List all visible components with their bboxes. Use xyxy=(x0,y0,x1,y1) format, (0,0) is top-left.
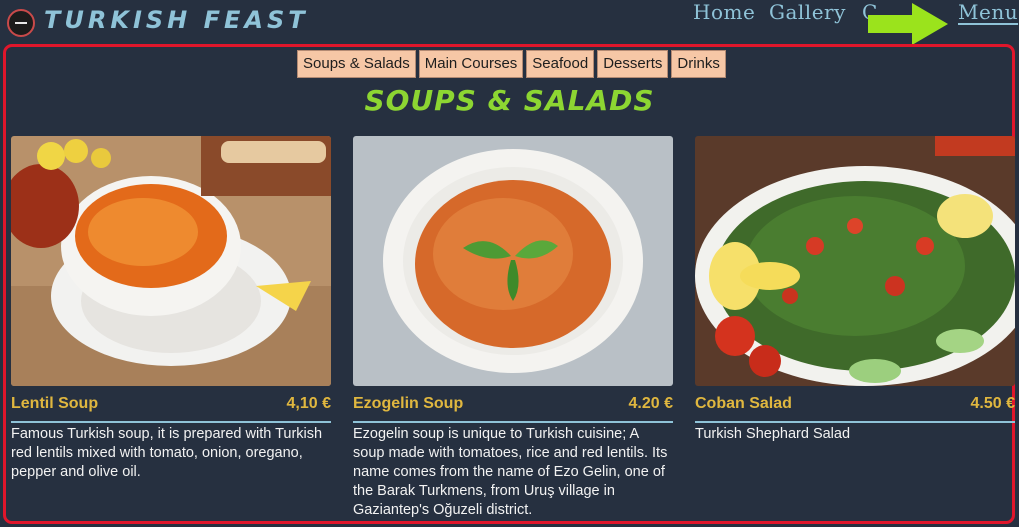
menu-item-description: Ezogelin soup is unique to Turkish cuisi… xyxy=(353,426,668,518)
site-logo-text[interactable]: Turkish Feast xyxy=(44,6,309,34)
tab-main-courses[interactable]: Main Courses xyxy=(418,50,524,78)
menu-item-header: Coban Salad 4.50 € xyxy=(695,391,1015,423)
menu-item-card: Lentil Soup 4,10 € Famous Turkish soup, … xyxy=(11,136,331,482)
menu-item-price: 4,10 € xyxy=(286,395,331,412)
tab-soups-salads[interactable]: Soups & Salads xyxy=(297,50,416,78)
nav-menu-link[interactable]: Menu xyxy=(958,0,1018,24)
coban-salad-photo xyxy=(695,136,1015,386)
lentil-soup-photo xyxy=(11,136,331,386)
menu-item-header: Ezogelin Soup 4.20 € xyxy=(353,391,673,423)
section-title: Soups & Salads xyxy=(364,84,655,117)
menu-item-header: Lentil Soup 4,10 € xyxy=(11,391,331,423)
menu-item-name: Coban Salad xyxy=(695,395,792,412)
menu-category-tabs: Soups & Salads Main Courses Seafood Dess… xyxy=(297,50,726,78)
tab-drinks[interactable]: Drinks xyxy=(671,50,726,78)
ezogelin-soup-photo xyxy=(353,136,673,386)
menu-item-card: Ezogelin Soup 4.20 € Ezogelin soup is un… xyxy=(353,136,673,520)
arrow-right-icon xyxy=(868,3,948,45)
site-header: Turkish Feast Home Gallery C Menu xyxy=(0,0,1019,45)
menu-item-price: 4.50 € xyxy=(970,395,1015,412)
nav-gallery-link[interactable]: Gallery xyxy=(769,0,846,24)
menu-item-price: 4.20 € xyxy=(628,395,673,412)
menu-item-name: Ezogelin Soup xyxy=(353,395,464,412)
menu-item-name: Lentil Soup xyxy=(11,395,99,412)
menu-item-description: Turkish Shephard Salad xyxy=(695,426,851,442)
tab-desserts[interactable]: Desserts xyxy=(597,50,669,78)
menu-item-card: Coban Salad 4.50 € Turkish Shephard Sala… xyxy=(695,136,1015,444)
menu-item-description: Famous Turkish soup, it is prepared with… xyxy=(11,426,323,480)
logo-icon[interactable] xyxy=(7,9,35,37)
nav-home-link[interactable]: Home xyxy=(693,0,755,24)
tab-seafood[interactable]: Seafood xyxy=(526,50,595,78)
